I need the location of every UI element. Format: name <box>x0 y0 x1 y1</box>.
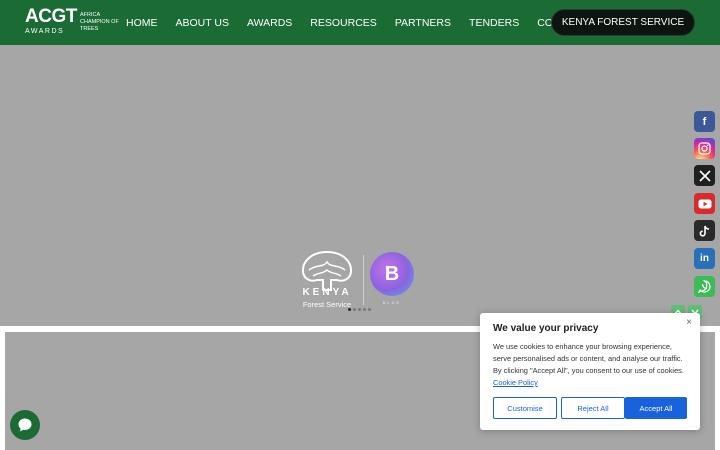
cookie-description: We use cookies to enhance your browsing … <box>493 341 690 389</box>
nav-home[interactable]: HOME <box>126 17 158 29</box>
cookie-text: We use cookies to enhance your browsing … <box>493 342 684 375</box>
hero-slider: KENYA Forest Service B BLUE <box>0 45 720 326</box>
nav-awards[interactable]: AWARDS <box>247 17 292 29</box>
instagram-glyph-icon <box>698 142 711 155</box>
logo-tagline: Africa Champion of Trees <box>80 12 119 32</box>
logo-main-text: ACGT <box>25 6 77 27</box>
accept-all-button[interactable]: Accept All <box>625 397 687 419</box>
slider-dot[interactable] <box>368 308 371 311</box>
nav-resources[interactable]: RESOURCES <box>310 17 377 29</box>
x-twitter-icon[interactable] <box>694 165 715 186</box>
logo-divider <box>363 255 364 305</box>
kfs-name-text: KENYA <box>302 287 352 298</box>
x-glyph-icon <box>698 169 711 182</box>
kfs-logo: KENYA Forest Service <box>297 250 357 310</box>
chat-widget-button[interactable] <box>10 410 40 440</box>
slider-dot[interactable] <box>348 308 351 311</box>
chat-bubble-icon <box>18 418 32 432</box>
tiktok-glyph-icon <box>699 225 710 237</box>
partner-logo-circle: B <box>370 252 414 296</box>
facebook-icon[interactable]: f <box>694 111 715 132</box>
whatsapp-icon[interactable] <box>694 276 715 297</box>
site-header: ACGT AWARDS Africa Champion of Trees HOM… <box>0 0 720 45</box>
cookie-title: We value your privacy <box>493 323 599 334</box>
nav-partners[interactable]: PARTNERS <box>395 17 451 29</box>
logo-sub-text: AWARDS <box>25 28 65 35</box>
youtube-glyph-icon <box>698 199 711 208</box>
youtube-icon[interactable] <box>694 193 715 214</box>
slider-dot[interactable] <box>353 308 356 311</box>
slider-dots <box>348 308 373 311</box>
partner-logo-text: BLUE <box>382 300 402 305</box>
logo-mark: ACGT AWARDS <box>25 7 77 37</box>
acgt-logo[interactable]: ACGT AWARDS Africa Champion of Trees <box>25 7 119 37</box>
whatsapp-glyph-icon <box>698 280 711 293</box>
nav-about-us[interactable]: ABOUT US <box>176 17 229 29</box>
kenya-forest-service-button[interactable]: KENYA FOREST SERVICE <box>551 9 695 36</box>
nav-tenders[interactable]: TENDERS <box>469 17 519 29</box>
tiktok-icon[interactable] <box>694 220 715 241</box>
slider-dot[interactable] <box>358 308 361 311</box>
close-icon[interactable]: × <box>686 317 692 328</box>
partner-logo: B BLUE <box>370 252 414 310</box>
customise-button[interactable]: Customise <box>493 397 557 419</box>
linkedin-icon[interactable]: in <box>694 248 715 269</box>
instagram-icon[interactable] <box>694 138 715 159</box>
cookie-policy-link[interactable]: Cookie Policy <box>493 378 538 387</box>
cookie-consent-dialog: × We value your privacy We use cookies t… <box>480 313 700 430</box>
slider-dot[interactable] <box>363 308 366 311</box>
reject-all-button[interactable]: Reject All <box>561 397 625 419</box>
main-nav: HOME ABOUT US AWARDS RESOURCES PARTNERS … <box>126 0 612 45</box>
